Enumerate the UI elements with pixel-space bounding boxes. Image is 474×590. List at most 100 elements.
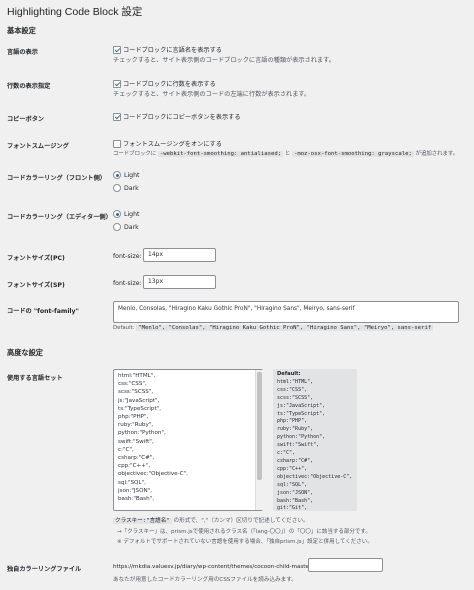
lang-set-default-line: json:"JSON", — [277, 489, 314, 496]
lang-set-default-line: php:"PHP", — [277, 418, 308, 425]
lang-set-line: bash:"Bash", — [118, 496, 154, 503]
lang-set-line: python:"Python", — [118, 430, 166, 437]
lang-set-line: csharp:"C#", — [118, 455, 155, 462]
lang-set-line: objectivec:"Objective-C", — [118, 471, 188, 478]
show-lang-option[interactable]: コードブロックに言語名を表示する — [113, 45, 222, 54]
lang-set-default-line: html:"HTML", — [277, 378, 314, 385]
font-family-textarea[interactable]: Menlo, Consolas, "Hiragino Kaku Gothic P… — [113, 301, 459, 323]
lang-set-default-line: cpp:"C++", — [277, 465, 308, 472]
copy-btn-checkbox-label: コードブロックにコピーボタンを表示する — [123, 114, 241, 121]
lang-set-line: swift:"Swift", — [118, 438, 154, 445]
lang-set-line: scss:"SCSS", — [118, 389, 154, 396]
custom-coloring-label: 独自カラーリングファイル — [7, 566, 82, 573]
lang-set-default-line: csharp:"C#", — [277, 457, 314, 464]
lang-set-lines: html:"HTML", css:"CSS", scss:"SCSS", js:"Ja… — [118, 372, 258, 503]
font-size-pc-label: フォントサイズ(PC) — [7, 255, 65, 262]
coloring-front-light-label: Light — [124, 172, 140, 179]
custom-coloring-input[interactable] — [308, 558, 383, 572]
show-lang-checkbox-label: コードブロックに言語名を表示する — [123, 47, 222, 54]
lang-set-default-title: Default: — [277, 371, 301, 377]
lang-set-line: ts:"TypeScript", — [118, 405, 161, 412]
coloring-editor-light-label: Light — [124, 211, 140, 218]
font-smoothing-desc: コードブロックに -webkit-font-smoothing: antiali… — [113, 149, 458, 157]
font-size-sp-prefix: font-size: — [113, 280, 142, 287]
lang-set-default-line: sql:"SQL", — [277, 481, 308, 488]
coloring-editor-label: コードカラーリング（エディター側） — [7, 214, 112, 221]
lang-set-line: js:"JavaScript", — [118, 397, 160, 404]
lang-set-default-line: ruby:"Ruby", — [277, 426, 314, 433]
show-lang-checkbox[interactable] — [113, 46, 121, 54]
show-lang-label: 言語の表示 — [7, 49, 38, 56]
lang-set-line: c:"C", — [118, 446, 134, 453]
coloring-editor-dark-label: Dark — [124, 224, 139, 231]
font-family-default: Default: "Menlo", "Consolas", "Hiragino … — [113, 325, 434, 331]
font-smoothing-checkbox[interactable] — [113, 140, 121, 148]
lang-set-scrollbar[interactable] — [255, 370, 263, 510]
page-title: Highlighting Code Block 設定 — [7, 6, 143, 18]
lang-set-label: 使用する言語セット — [7, 375, 63, 382]
font-smoothing-checkbox-label: フォントスムージングをオンにする — [123, 141, 222, 148]
font-size-pc-prefix: font-size: — [113, 253, 142, 260]
coloring-editor-light[interactable]: Light — [113, 210, 139, 218]
coloring-front-dark-radio[interactable] — [113, 184, 121, 192]
font-smoothing-label: フォントスムージング — [7, 143, 69, 150]
coloring-front-light[interactable]: Light — [113, 171, 139, 179]
show-lang-desc: チェックすると、サイト表示側のコードブロックに言語の種類が表示されます。 — [113, 57, 335, 64]
show-linenum-checkbox[interactable] — [113, 80, 121, 88]
section-advanced-heading: 高度な設定 — [7, 348, 43, 357]
coloring-front-light-radio[interactable] — [113, 171, 121, 179]
lang-set-line: ruby:"Ruby", — [118, 422, 154, 429]
font-smoothing-code2: -moz-osx-font-smoothing: grayscale; — [291, 151, 414, 157]
font-size-pc-input[interactable]: 14px — [143, 248, 216, 262]
coloring-front-dark-label: Dark — [124, 185, 139, 192]
show-linenum-option[interactable]: コードブロックに行数を表示する — [113, 79, 216, 88]
lang-set-line: sql:"SQL", — [118, 479, 146, 486]
lang-set-note1: クラスキー:"言語名" の形式で、","（カンマ）区切りで記述してください。 — [113, 516, 309, 524]
lang-set-default-box: Default: html:"HTML", css:"CSS", scss:"SCS… — [273, 369, 357, 511]
lang-set-line: css:"CSS", — [118, 381, 147, 388]
font-smoothing-desc-mid: と — [284, 151, 291, 157]
font-smoothing-option[interactable]: フォントスムージングをオンにする — [113, 139, 222, 148]
lang-set-textarea[interactable]: html:"HTML", css:"CSS", scss:"SCSS", js:"Ja… — [113, 369, 263, 511]
font-family-default-label: Default: — [113, 325, 135, 331]
lang-set-default-line: objectivec:"Objective-C", — [277, 473, 353, 480]
lang-set-default-line: css:"CSS", — [277, 386, 308, 393]
lang-set-default-lines: html:"HTML", css:"CSS", scss:"SCSS", js:"Ja… — [277, 379, 353, 513]
font-smoothing-desc-prefix: コードブロックに — [113, 151, 157, 157]
font-smoothing-desc-suffix: が追加されます。 — [415, 151, 459, 157]
lang-set-line: html:"HTML", — [118, 373, 156, 379]
show-linenum-checkbox-label: コードブロックに行数を表示する — [123, 81, 216, 88]
lang-set-default-line: swift:"Swift", — [277, 442, 320, 449]
lang-set-default-line: c:"C", — [277, 450, 296, 457]
coloring-front-dark[interactable]: Dark — [113, 184, 139, 192]
lang-set-default-line: git:"Git", — [277, 505, 308, 512]
lang-set-default-line: python:"Python", — [277, 434, 326, 441]
lang-set-scrollbar-thumb[interactable] — [257, 372, 262, 480]
section-basic-heading: 基本設定 — [7, 26, 36, 35]
custom-coloring-desc: あなたが用意したコードカラーリング用のCSSファイルを読み込みます。 — [113, 577, 297, 583]
copy-btn-label: コピーボタン — [7, 116, 45, 123]
copy-btn-checkbox[interactable] — [113, 113, 121, 121]
font-smoothing-code1: -webkit-font-smoothing: antialiased; — [157, 151, 284, 157]
coloring-front-label: コードカラーリング（フロント側） — [7, 175, 106, 182]
font-family-label: コードの "font-family" — [7, 308, 79, 315]
font-family-default-value: "Menlo", "Consolas", "Hiragino Kaku Goth… — [136, 325, 434, 331]
lang-set-line: cpp:"C++", — [118, 463, 151, 470]
coloring-editor-dark-radio[interactable] — [113, 223, 121, 231]
lang-set-note2: →「クラスキー」は、prism.jsで使用されるクラス名（「lang-〇〇」）の… — [117, 529, 371, 535]
coloring-editor-dark[interactable]: Dark — [113, 223, 139, 231]
lang-set-note1-code: クラスキー:"言語名" — [113, 518, 172, 524]
lang-set-note3: ※ デフォルトでサポートされていない言語を使用する場合、「独自prism.js」… — [117, 539, 373, 545]
show-linenum-desc: チェックすると、サイト表示側のコードの左端に行数が表示されます。 — [113, 91, 311, 98]
lang-set-default-line: scss:"SCSS", — [277, 394, 314, 401]
custom-coloring-url-prefix: https://mkdia.valuesv.jp/diary/wp-conten… — [113, 564, 314, 570]
lang-set-default-line: ts:"TypeScript", — [277, 410, 326, 417]
lang-set-line: json:"JSON", — [118, 487, 153, 494]
show-linenum-label: 行数の表示指定 — [7, 83, 51, 90]
coloring-editor-light-radio[interactable] — [113, 210, 121, 218]
font-size-sp-input[interactable]: 13px — [143, 275, 216, 289]
lang-set-line: php:"PHP", — [118, 414, 149, 421]
copy-btn-option[interactable]: コードブロックにコピーボタンを表示する — [113, 112, 241, 121]
font-size-sp-label: フォントサイズ(SP) — [7, 282, 65, 289]
lang-set-default-line: bash:"Bash", — [277, 497, 314, 504]
